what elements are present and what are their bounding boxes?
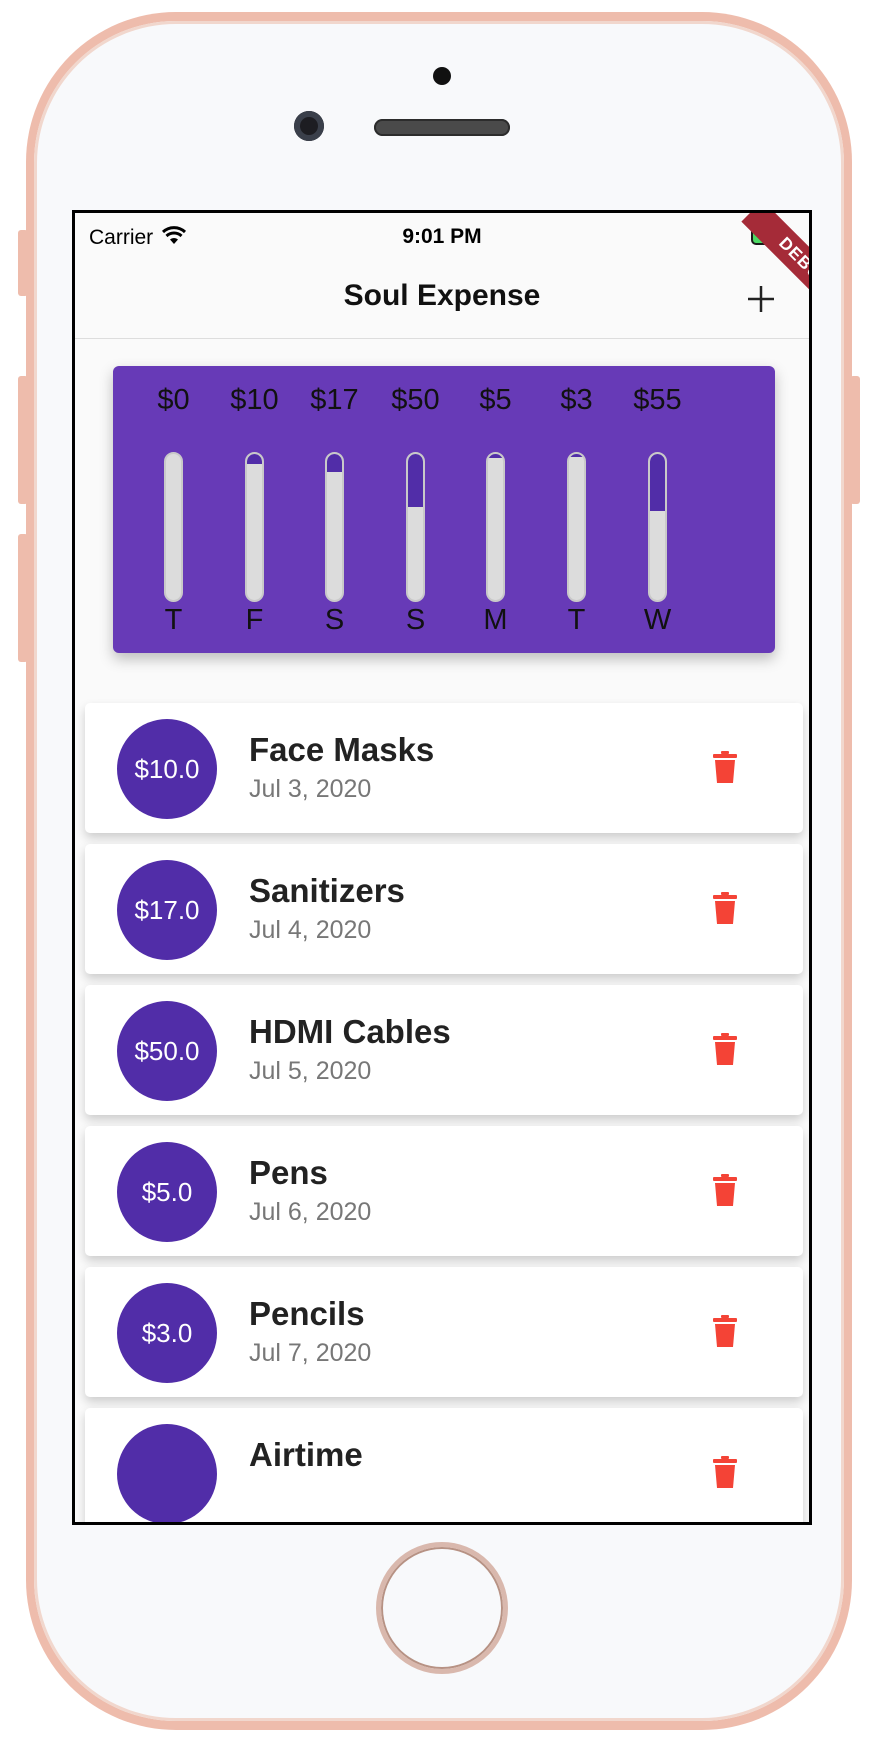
trash-icon (713, 1314, 737, 1352)
list-item: Airtime (85, 1408, 803, 1522)
front-sensor (433, 67, 451, 85)
bar-amount-label: $10 (230, 384, 279, 416)
bar-track (325, 452, 344, 602)
status-time: 9:01 PM (402, 225, 482, 248)
amount-avatar: $10.0 (117, 719, 217, 819)
bar-amount-label: $5 (479, 384, 512, 416)
bar-day-label: W (643, 604, 672, 636)
trash-icon (713, 1032, 737, 1070)
bar-fill (247, 454, 262, 464)
transaction-title: Face Masks (249, 731, 435, 768)
bar-track (406, 452, 425, 602)
amount-avatar: $3.0 (117, 1283, 217, 1383)
bar-track (245, 452, 264, 602)
trash-icon (713, 750, 737, 788)
chart-bar: $10 F (210, 384, 299, 639)
list-item: $5.0 Pens Jul 6, 2020 (85, 1126, 803, 1256)
bar-amount-label: $0 (157, 384, 190, 416)
app-bar: Soul Expense (75, 257, 809, 339)
plus-icon (748, 286, 774, 312)
transaction-date: Jul 6, 2020 (249, 1198, 372, 1226)
transaction-date: Jul 5, 2020 (249, 1057, 372, 1085)
bar-day-label: T (164, 604, 183, 636)
bar-fill (650, 454, 665, 511)
bar-track (486, 452, 505, 602)
delete-button[interactable] (705, 747, 745, 791)
transaction-date: Jul 7, 2020 (249, 1339, 372, 1367)
bar-fill (327, 454, 342, 472)
front-camera (294, 111, 324, 141)
transaction-date: Jul 4, 2020 (249, 916, 372, 944)
chart-bar: $17 S (290, 384, 379, 639)
list-item: $17.0 Sanitizers Jul 4, 2020 (85, 844, 803, 974)
chart-bar: $55 W (613, 384, 702, 639)
delete-button[interactable] (705, 1170, 745, 1214)
bar-day-label: M (483, 604, 508, 636)
delete-button[interactable] (705, 1311, 745, 1355)
bar-track (164, 452, 183, 602)
power-button (850, 376, 860, 504)
bar-fill (488, 454, 503, 458)
transaction-date: Jul 3, 2020 (249, 775, 372, 803)
transaction-title: Pencils (249, 1295, 365, 1332)
volume-up-button (18, 376, 28, 504)
amount-avatar (117, 1424, 217, 1522)
bar-fill (569, 454, 584, 457)
trash-icon (713, 1173, 737, 1211)
chart-bar: $5 M (451, 384, 540, 639)
delete-button[interactable] (705, 1029, 745, 1073)
volume-down-button (18, 534, 28, 662)
list-item: $10.0 Face Masks Jul 3, 2020 (85, 703, 803, 833)
bar-fill (408, 454, 423, 507)
home-button[interactable] (376, 1542, 508, 1674)
status-bar: Carrier 9:01 PM (75, 213, 809, 257)
bar-track (648, 452, 667, 602)
trash-icon (713, 891, 737, 929)
bar-track (567, 452, 586, 602)
transaction-title: Airtime (249, 1436, 363, 1473)
chart-bar: $3 T (532, 384, 621, 639)
bar-amount-label: $50 (391, 384, 440, 416)
transaction-title: Pens (249, 1154, 328, 1191)
list-item: $3.0 Pencils Jul 7, 2020 (85, 1267, 803, 1397)
transaction-title: Sanitizers (249, 872, 405, 909)
bar-day-label: S (324, 604, 345, 636)
trash-icon (713, 1455, 737, 1493)
chart-bar: $0 T (129, 384, 218, 639)
bar-day-label: F (245, 604, 264, 636)
delete-button[interactable] (705, 888, 745, 932)
amount-avatar: $17.0 (117, 860, 217, 960)
bar-day-label: T (567, 604, 586, 636)
amount-avatar: $50.0 (117, 1001, 217, 1101)
mute-switch (18, 230, 28, 296)
page-title: Soul Expense (343, 279, 541, 312)
bar-amount-label: $17 (310, 384, 359, 416)
add-transaction-button[interactable] (733, 271, 789, 327)
delete-button[interactable] (705, 1452, 745, 1496)
bar-amount-label: $3 (560, 384, 593, 416)
amount-avatar: $5.0 (117, 1142, 217, 1242)
weekly-chart: $0 T $10 F $17 S $50 S $5 M $3 T $55 W (113, 366, 775, 653)
bar-day-label: S (405, 604, 426, 636)
list-item: $50.0 HDMI Cables Jul 5, 2020 (85, 985, 803, 1115)
earpiece-speaker (374, 119, 510, 136)
app-screen: Carrier 9:01 PM Soul Expense DEBUG $0 T $1… (72, 210, 812, 1525)
bar-amount-label: $55 (633, 384, 682, 416)
transaction-title: HDMI Cables (249, 1013, 451, 1050)
chart-bar: $50 S (371, 384, 460, 639)
